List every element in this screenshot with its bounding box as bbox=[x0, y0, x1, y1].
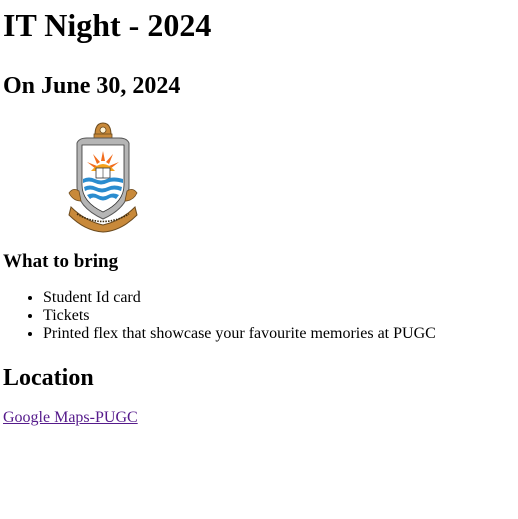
google-maps-link[interactable]: Google Maps-PUGC bbox=[3, 409, 138, 427]
event-date: On June 30, 2024 bbox=[3, 73, 181, 99]
bring-list: Student Id card Tickets Printed flex tha… bbox=[3, 289, 515, 343]
list-item: Student Id card bbox=[43, 289, 515, 307]
what-to-bring-heading: What to bring bbox=[3, 251, 119, 272]
list-item: Tickets bbox=[43, 307, 515, 325]
list-item: Printed flex that showcase your favourit… bbox=[43, 325, 515, 343]
university-crest-icon bbox=[65, 121, 141, 233]
page-title: IT Night - 2024 bbox=[3, 7, 212, 43]
location-heading: Location bbox=[3, 365, 94, 391]
page: IT Night - 2024 On June 30, 2024 What to… bbox=[0, 0, 518, 427]
